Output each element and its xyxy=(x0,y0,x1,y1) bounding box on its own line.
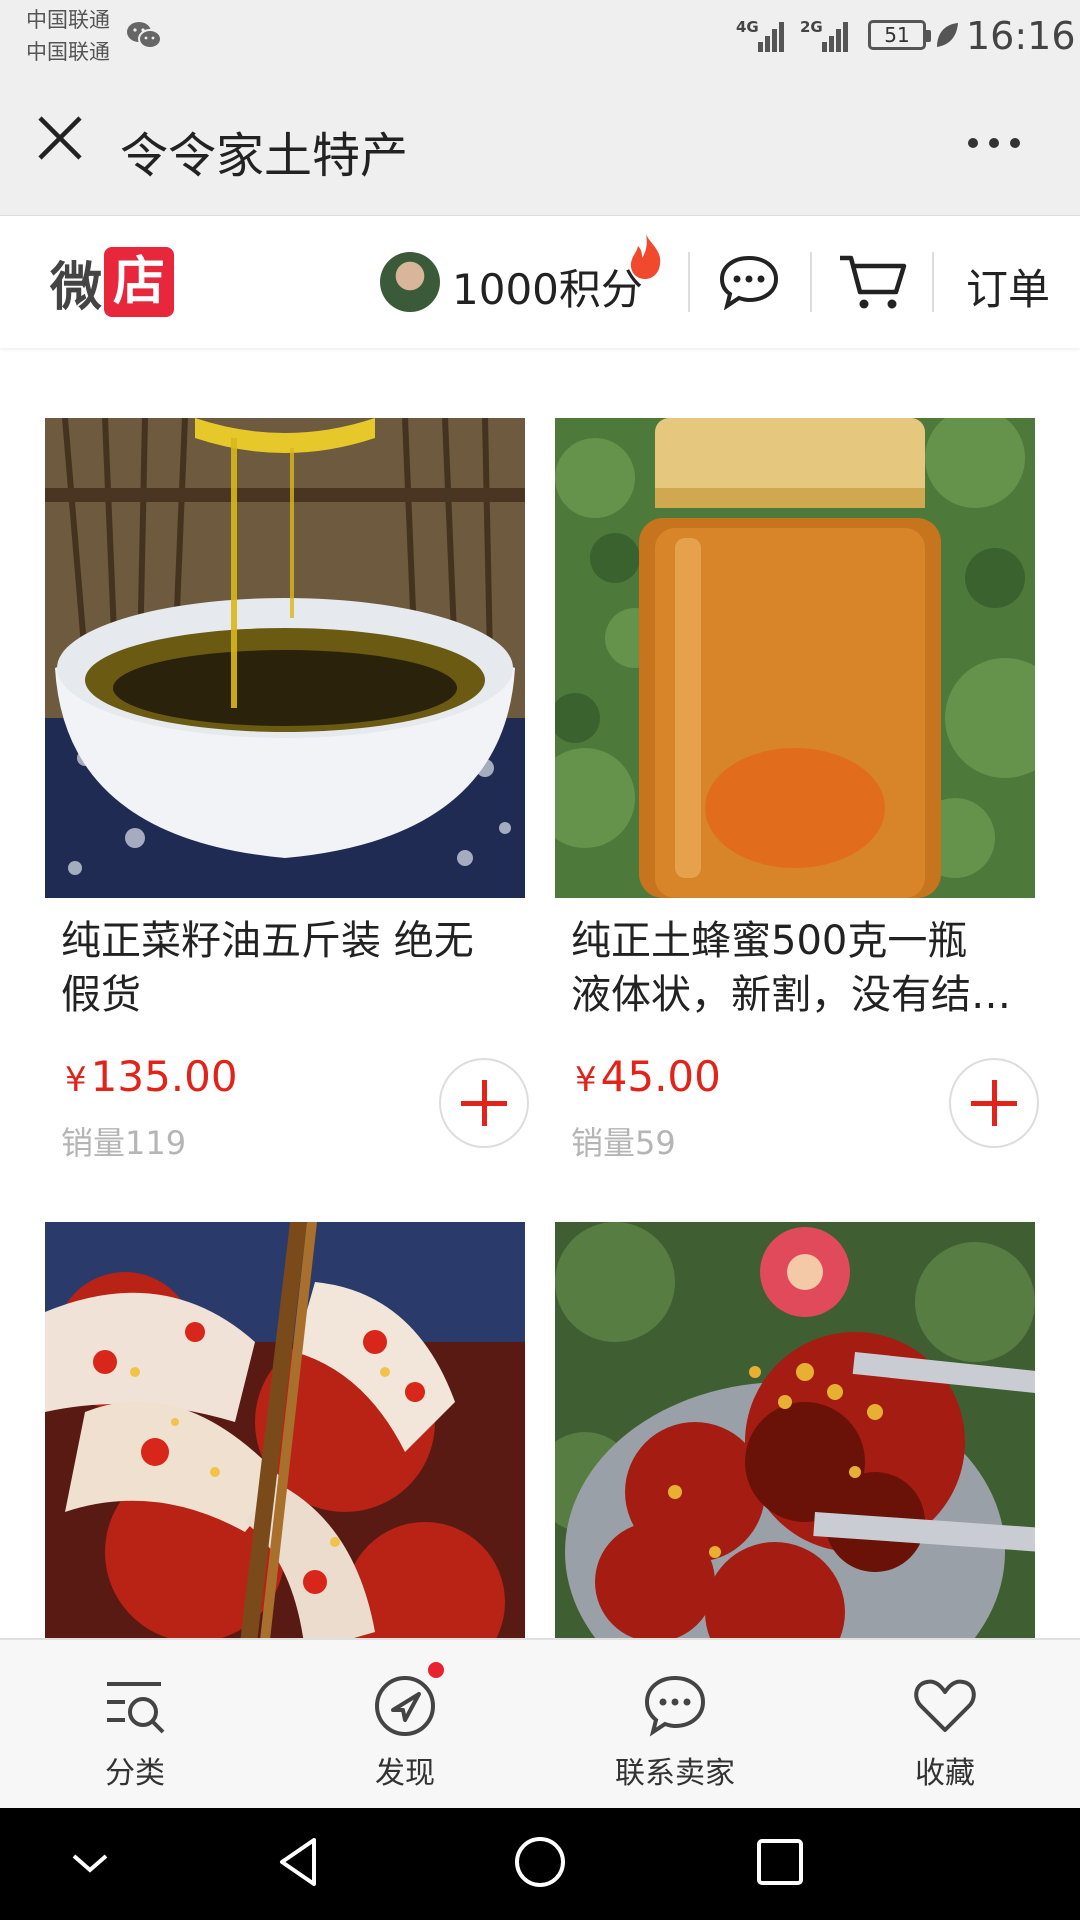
status-bar: 中国联通 中国联通 4G 2G 51 16:16 xyxy=(0,0,1080,72)
system-navigation-bar xyxy=(0,1808,1080,1920)
previous-row-remnant: ▔▔▔ xyxy=(60,348,129,361)
avatar[interactable] xyxy=(380,252,440,312)
back-icon[interactable] xyxy=(272,1834,328,1890)
shop-header: 微 店 1000积分 订单 xyxy=(0,216,1080,348)
nav-category[interactable]: 分类 xyxy=(0,1640,270,1810)
divider xyxy=(932,252,934,312)
product-sales: 销量59 xyxy=(571,1124,676,1162)
title-bar: 令令家土特产 xyxy=(0,72,1080,216)
page-title: 令令家土特产 xyxy=(120,128,409,184)
logo-text-dian: 店 xyxy=(104,247,175,317)
divider xyxy=(810,252,812,312)
bottom-navigation: 分类 发现 联系卖家 收藏 xyxy=(0,1638,1080,1808)
compass-icon xyxy=(375,1676,435,1736)
flame-icon xyxy=(630,234,661,279)
product-price: ¥45.00 xyxy=(575,1052,721,1101)
chevron-down-icon[interactable] xyxy=(66,1838,114,1886)
nav-contact-seller[interactable]: 联系卖家 xyxy=(540,1640,810,1810)
signal-4g-icon: 4G xyxy=(736,16,788,58)
nav-discover[interactable]: 发现 xyxy=(270,1640,540,1810)
heart-icon xyxy=(914,1679,976,1732)
home-icon[interactable] xyxy=(512,1834,568,1890)
more-options-button[interactable] xyxy=(964,132,1024,152)
add-to-cart-button[interactable] xyxy=(439,1058,529,1148)
product-image-pickled-radish[interactable] xyxy=(45,1222,525,1638)
product-sales: 销量119 xyxy=(61,1124,187,1162)
nav-label: 联系卖家 xyxy=(615,1756,735,1791)
close-icon[interactable] xyxy=(34,112,86,164)
category-search-icon xyxy=(107,1682,165,1734)
product-card[interactable] xyxy=(45,1222,525,1638)
product-card[interactable]: 纯正菜籽油五斤装 绝无假货 ¥135.00 销量119 xyxy=(45,418,529,1178)
signal-2g-icon: 2G xyxy=(800,16,852,58)
chat-icon[interactable] xyxy=(718,254,780,310)
nav-label: 分类 xyxy=(105,1756,165,1791)
product-image-honey[interactable] xyxy=(555,418,1035,898)
product-image-chili-sauce[interactable] xyxy=(555,1222,1035,1638)
orders-button[interactable]: 订单 xyxy=(966,256,1050,317)
product-price: ¥135.00 xyxy=(65,1052,238,1101)
product-name[interactable]: 纯正土蜂蜜500克一瓶 液体状，新割，没有结… xyxy=(571,914,1011,1022)
product-name[interactable]: 纯正菜籽油五斤装 绝无假货 xyxy=(61,914,501,1022)
cart-icon[interactable] xyxy=(838,252,908,312)
product-card[interactable] xyxy=(555,1222,1035,1638)
clock: 16:16 xyxy=(966,14,1076,58)
nav-favorites[interactable]: 收藏 xyxy=(810,1640,1080,1810)
add-to-cart-button[interactable] xyxy=(949,1058,1039,1148)
carrier-label-2: 中国联通 xyxy=(26,40,110,64)
divider xyxy=(688,252,690,312)
chat-icon xyxy=(644,1675,706,1737)
nav-label: 发现 xyxy=(375,1756,435,1791)
battery-icon: 51 xyxy=(868,20,931,50)
power-saving-leaf-icon xyxy=(937,23,958,47)
notification-badge xyxy=(428,1662,444,1678)
product-image-rapeseed-oil[interactable] xyxy=(45,418,525,898)
recents-icon[interactable] xyxy=(754,1836,806,1888)
weidian-logo[interactable]: 微 店 xyxy=(50,246,175,318)
product-card[interactable]: 纯正土蜂蜜500克一瓶 液体状，新割，没有结… ¥45.00 销量59 xyxy=(555,418,1039,1178)
wechat-notification-icon xyxy=(127,22,162,49)
previous-row-remnant: ▔▔▔ xyxy=(570,348,639,361)
product-grid[interactable]: ▔▔▔ ▔▔▔ xyxy=(0,348,1080,1638)
carrier-label-1: 中国联通 xyxy=(26,8,110,32)
logo-text-wei: 微 xyxy=(50,257,102,318)
points-label[interactable]: 1000积分 xyxy=(452,256,643,317)
nav-label: 收藏 xyxy=(915,1756,975,1791)
app-root: 中国联通 中国联通 4G 2G 51 16:16 令令家土特产 微 店 1000… xyxy=(0,0,1080,1920)
